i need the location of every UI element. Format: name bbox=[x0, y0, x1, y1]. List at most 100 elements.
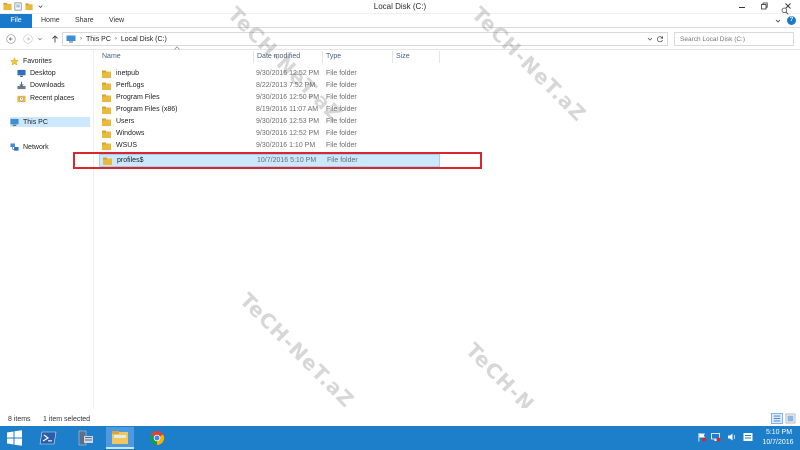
taskbar: 5:10 PM 10/7/2016 bbox=[0, 426, 800, 450]
file-type: File folder bbox=[326, 70, 357, 77]
chevron-down-icon bbox=[38, 37, 42, 41]
action-center-flag-icon[interactable] bbox=[697, 432, 707, 442]
clock-time[interactable]: 5:10 PM bbox=[760, 429, 798, 436]
breadcrumb-local-disk[interactable]: Local Disk (C:) bbox=[121, 36, 167, 43]
file-explorer-icon bbox=[112, 431, 128, 444]
minimize-button[interactable] bbox=[731, 0, 753, 12]
tab-file[interactable]: File bbox=[0, 14, 32, 28]
up-button[interactable] bbox=[49, 33, 61, 45]
file-name: Users bbox=[116, 118, 135, 125]
file-date: 9/30/2016 12:53 PM bbox=[256, 118, 320, 125]
file-type: File folder bbox=[326, 142, 357, 149]
nav-this-pc[interactable]: This PC bbox=[10, 117, 90, 127]
file-type: File folder bbox=[326, 106, 357, 113]
help-icon[interactable]: ? bbox=[787, 16, 796, 25]
nav-downloads[interactable]: Downloads bbox=[17, 80, 65, 90]
file-row-program-files[interactable]: Program Files 9/30/2016 12:50 PM File fo… bbox=[99, 92, 440, 104]
window-title: Local Disk (C:) bbox=[373, 2, 427, 11]
nav-favorites[interactable]: Favorites bbox=[10, 56, 52, 66]
nav-label: Desktop bbox=[30, 69, 56, 77]
file-name: WSUS bbox=[116, 142, 137, 149]
refresh-icon[interactable] bbox=[656, 35, 664, 43]
taskbar-file-explorer-button[interactable] bbox=[106, 427, 134, 449]
large-icons-view-icon[interactable] bbox=[785, 413, 796, 424]
clock-date[interactable]: 10/7/2016 bbox=[758, 439, 798, 446]
network-icon bbox=[10, 142, 19, 151]
server-manager-icon bbox=[78, 430, 93, 446]
taskbar-chrome-button[interactable] bbox=[143, 427, 171, 449]
navigation-pane bbox=[0, 50, 93, 408]
column-header-type[interactable]: Type bbox=[323, 51, 393, 63]
chevron-down-icon[interactable] bbox=[647, 36, 653, 42]
restore-icon bbox=[761, 2, 768, 10]
file-type: File folder bbox=[326, 130, 357, 137]
network-status-icon[interactable] bbox=[711, 432, 721, 442]
annotation-highlight-box bbox=[73, 152, 482, 169]
column-header-size[interactable]: Size bbox=[393, 51, 440, 63]
folder-icon bbox=[102, 130, 111, 138]
desktop-icon bbox=[17, 69, 26, 77]
file-row-perflogs[interactable]: PerfLogs 8/22/2013 7:52 PM File folder bbox=[99, 80, 440, 92]
downloads-icon bbox=[17, 81, 26, 89]
breadcrumb-separator[interactable]: › bbox=[115, 36, 117, 42]
file-row-wsus[interactable]: WSUS 9/30/2016 1:10 PM File folder bbox=[99, 140, 440, 152]
file-row-inetpub[interactable]: inetpub 9/30/2016 12:52 PM File folder bbox=[99, 68, 440, 80]
taskbar-server-manager-button[interactable] bbox=[71, 427, 99, 449]
breadcrumb-separator[interactable]: › bbox=[80, 36, 82, 42]
column-header-name[interactable]: Name bbox=[99, 51, 254, 63]
chrome-icon bbox=[149, 431, 165, 446]
nav-recent-places[interactable]: Recent places bbox=[17, 93, 74, 103]
file-date: 8/22/2013 7:52 PM bbox=[256, 82, 316, 89]
file-type: File folder bbox=[326, 94, 357, 101]
folder-icon bbox=[102, 82, 111, 90]
column-header-date[interactable]: Date modified bbox=[254, 51, 323, 63]
nav-label: Favorites bbox=[23, 57, 52, 65]
file-date: 9/30/2016 12:50 PM bbox=[256, 94, 320, 101]
expand-ribbon-icon[interactable] bbox=[774, 17, 782, 25]
tab-share[interactable]: Share bbox=[75, 14, 94, 28]
nav-label: Network bbox=[23, 143, 49, 151]
maximize-button[interactable] bbox=[753, 0, 775, 12]
input-language-icon[interactable] bbox=[743, 432, 753, 442]
taskbar-powershell-button[interactable] bbox=[34, 427, 62, 449]
file-type: File folder bbox=[326, 82, 357, 89]
file-date: 8/19/2016 11:07 AM bbox=[256, 106, 319, 113]
computer-icon bbox=[10, 118, 19, 126]
powershell-icon bbox=[39, 431, 57, 445]
nav-desktop[interactable]: Desktop bbox=[17, 68, 56, 78]
ribbon-tabs: File Home Share View ? bbox=[0, 14, 800, 28]
tab-home[interactable]: Home bbox=[41, 14, 60, 28]
nav-network[interactable]: Network bbox=[10, 142, 49, 152]
tab-view[interactable]: View bbox=[109, 14, 124, 28]
file-name: Program Files (x86) bbox=[116, 106, 178, 113]
breadcrumb-this-pc[interactable]: This PC bbox=[86, 36, 111, 43]
folder-icon bbox=[102, 70, 111, 78]
pane-divider[interactable] bbox=[93, 50, 94, 408]
minimize-icon bbox=[739, 7, 745, 8]
file-row-program-files-x86[interactable]: Program Files (x86) 8/19/2016 11:07 AM F… bbox=[99, 104, 440, 116]
nav-label: Downloads bbox=[30, 81, 65, 89]
search-input[interactable] bbox=[674, 32, 794, 46]
recent-locations-button[interactable] bbox=[36, 33, 44, 45]
sort-ascending-icon bbox=[174, 46, 180, 50]
file-name: inetpub bbox=[116, 70, 139, 77]
details-view-button[interactable] bbox=[771, 413, 783, 424]
forward-button[interactable] bbox=[22, 33, 34, 45]
volume-icon[interactable] bbox=[727, 432, 737, 442]
arrow-right-icon bbox=[23, 34, 33, 44]
title-bar: Local Disk (C:) bbox=[0, 0, 800, 14]
status-item-count: 8 items bbox=[8, 416, 31, 423]
back-button[interactable] bbox=[5, 33, 17, 45]
address-bar[interactable]: › This PC › Local Disk (C:) bbox=[62, 32, 668, 46]
windows-start-icon[interactable] bbox=[6, 430, 23, 446]
status-bar: 8 items 1 item selected bbox=[0, 408, 800, 426]
file-row-windows[interactable]: Windows 9/30/2016 12:52 PM File folder bbox=[99, 128, 440, 140]
folder-icon bbox=[102, 118, 111, 126]
address-toolbar: › This PC › Local Disk (C:) bbox=[0, 28, 800, 50]
status-selection: 1 item selected bbox=[43, 416, 91, 423]
arrow-left-icon bbox=[6, 34, 16, 44]
file-row-users[interactable]: Users 9/30/2016 12:53 PM File folder bbox=[99, 116, 440, 128]
search-icon[interactable] bbox=[781, 7, 789, 15]
folder-icon bbox=[102, 142, 111, 150]
nav-label: Recent places bbox=[30, 94, 75, 102]
